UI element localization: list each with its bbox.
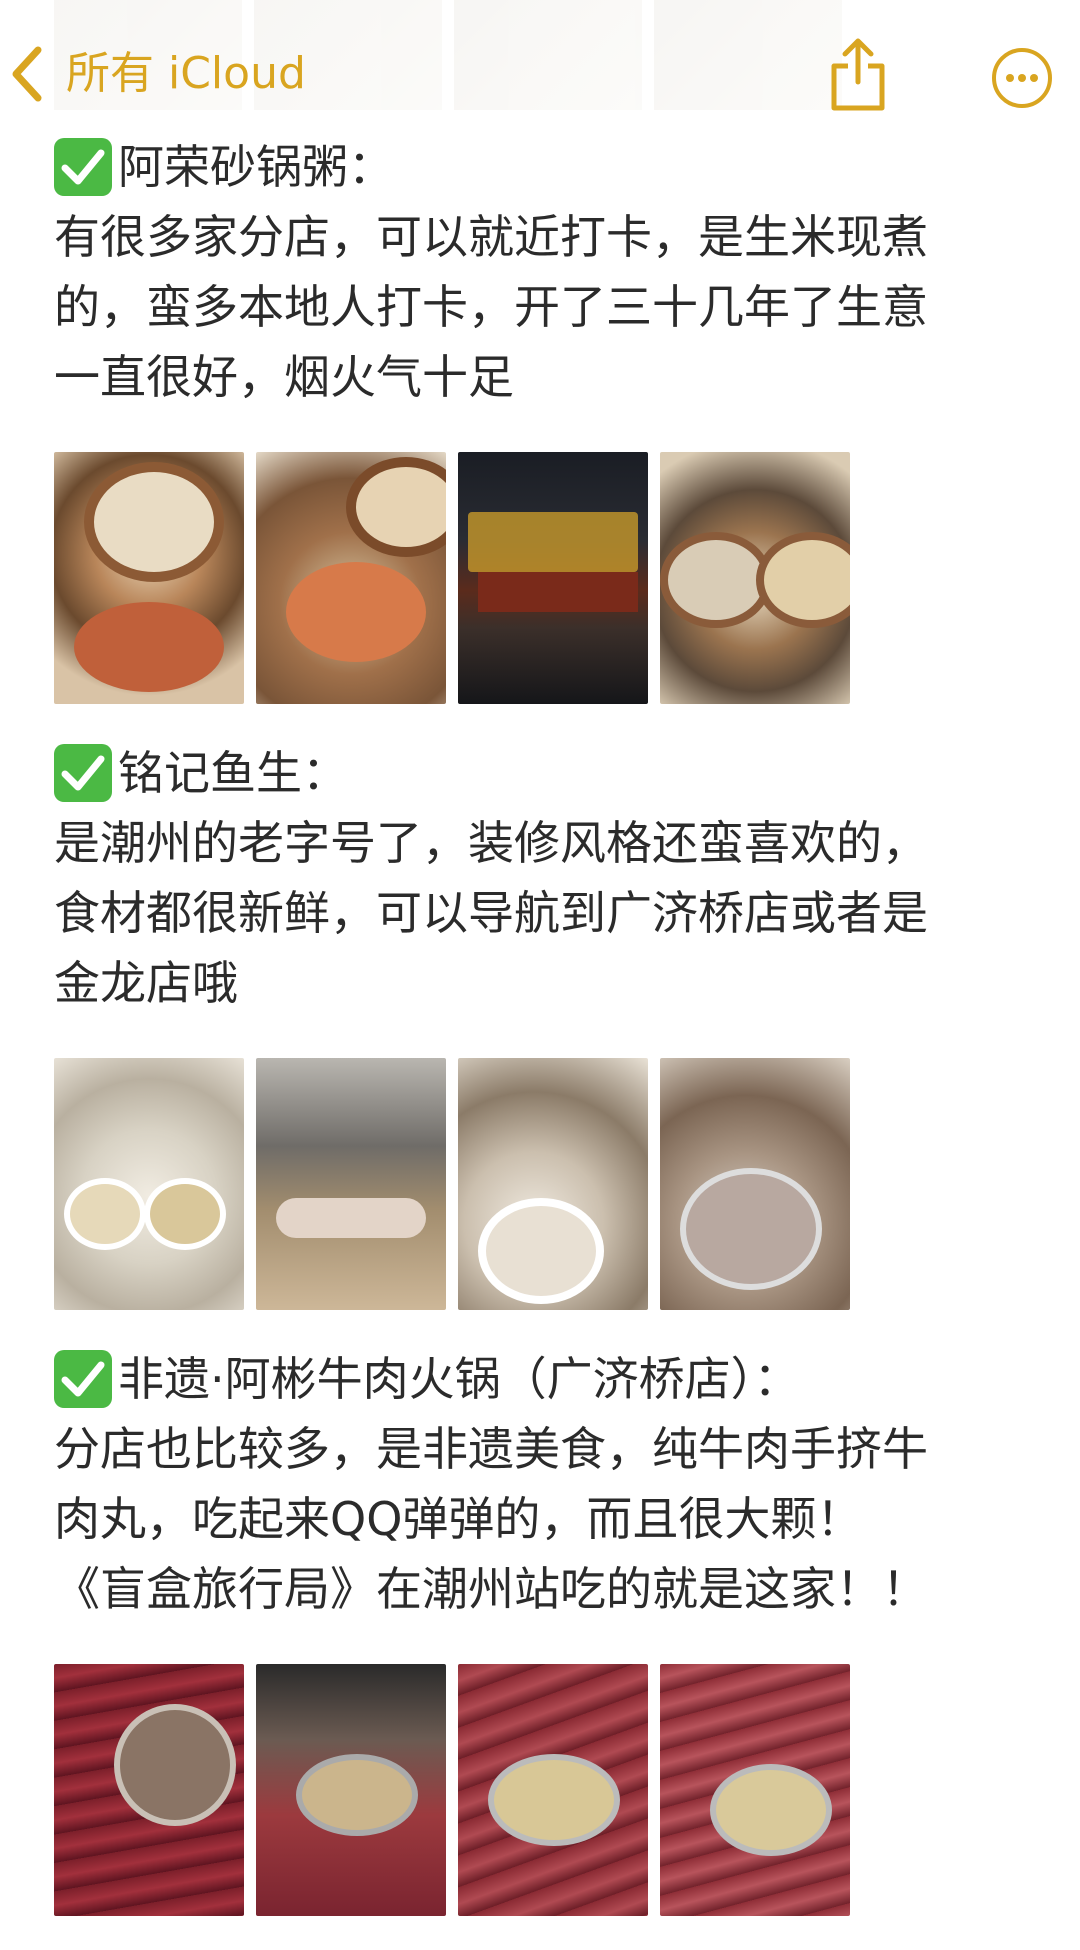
section-body: 有很多家分店，可以就近打卡，是生米现煮 的，蛮多本地人打卡，开了三十几年了生意 … xyxy=(54,210,928,404)
section-title: 非遗·阿彬牛肉火锅（广济桥店）： xyxy=(118,1352,800,1406)
note-section-abin: 非遗·阿彬牛肉火锅（广济桥店）： 分店也比较多，是非遗美食，纯牛肉手挤牛 肉丸，… xyxy=(54,1344,1034,1916)
food-photo[interactable] xyxy=(256,1664,446,1916)
food-photo[interactable] xyxy=(54,452,244,704)
photo-gallery xyxy=(54,452,1034,704)
photo-gallery xyxy=(54,1664,1034,1916)
photo-gallery xyxy=(54,1058,1034,1310)
more-options-icon[interactable] xyxy=(990,46,1054,110)
section-body: 分店也比较多，是非遗美食，纯牛肉手挤牛 肉丸，吃起来QQ弹弹的，而且很大颗！ 《… xyxy=(54,1422,928,1616)
nav-bar: 所有 iCloud xyxy=(0,0,1080,112)
section-heading: 阿荣砂锅粥： xyxy=(54,132,1034,202)
note-section-mingji: 铭记鱼生： 是潮州的老字号了，装修风格还蛮喜欢的， 食材都很新鲜，可以导航到广济… xyxy=(54,738,1034,1310)
section-title: 铭记鱼生： xyxy=(118,746,348,800)
food-photo[interactable] xyxy=(660,1664,850,1916)
share-icon[interactable] xyxy=(828,36,888,112)
food-photo[interactable] xyxy=(54,1058,244,1310)
back-label: 所有 iCloud xyxy=(66,48,306,99)
food-photo[interactable] xyxy=(458,1664,648,1916)
section-heading: 铭记鱼生： xyxy=(54,738,1034,808)
food-photo[interactable] xyxy=(54,1664,244,1916)
section-title: 阿荣砂锅粥： xyxy=(118,140,394,194)
food-photo[interactable] xyxy=(458,1058,648,1310)
note-content[interactable]: 阿荣砂锅粥： 有很多家分店，可以就近打卡，是生米现煮 的，蛮多本地人打卡，开了三… xyxy=(54,132,1034,1950)
food-photo[interactable] xyxy=(660,452,850,704)
food-photo[interactable] xyxy=(256,1058,446,1310)
section-body: 是潮州的老字号了，装修风格还蛮喜欢的， 食材都很新鲜，可以导航到广济桥店或者是 … xyxy=(54,816,928,1010)
restaurant-night-photo[interactable] xyxy=(458,452,648,704)
check-mark-icon xyxy=(54,1350,112,1408)
check-mark-icon xyxy=(54,744,112,802)
note-section-arong: 阿荣砂锅粥： 有很多家分店，可以就近打卡，是生米现煮 的，蛮多本地人打卡，开了三… xyxy=(54,132,1034,704)
chevron-left-icon xyxy=(12,46,42,102)
section-heading: 非遗·阿彬牛肉火锅（广济桥店）： xyxy=(54,1344,1034,1414)
food-photo[interactable] xyxy=(660,1058,850,1310)
back-button[interactable]: 所有 iCloud xyxy=(8,44,306,104)
food-photo[interactable] xyxy=(256,452,446,704)
faded-photo xyxy=(454,0,642,110)
check-mark-icon xyxy=(54,138,112,196)
faded-photo xyxy=(654,0,842,110)
